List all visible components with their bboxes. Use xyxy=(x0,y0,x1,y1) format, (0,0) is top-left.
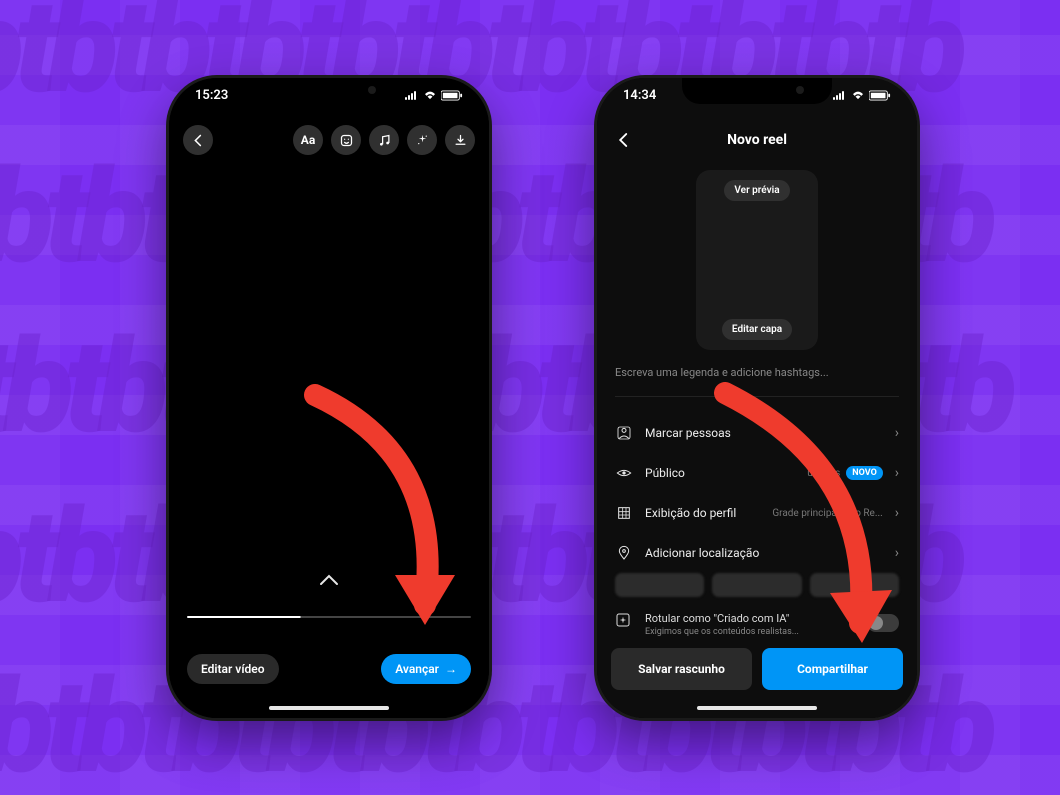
save-draft-button[interactable]: Salvar rascunho xyxy=(611,648,752,690)
status-time: 15:23 xyxy=(195,88,228,103)
wifi-icon xyxy=(423,90,437,100)
sparkle-box-icon xyxy=(615,612,633,630)
notch xyxy=(254,78,404,104)
phone-left: 15:23 Aa xyxy=(169,78,489,718)
battery-icon xyxy=(869,90,891,101)
back-button[interactable] xyxy=(609,125,639,155)
new-reel-screen: Novo reel Ver prévia Editar capa Escreva… xyxy=(597,78,917,718)
row-label: Marcar pessoas xyxy=(645,426,883,440)
signal-icon xyxy=(833,90,847,100)
caption-input[interactable]: Escreva uma legenda e adicione hashtags.… xyxy=(615,366,899,379)
ai-label-toggle[interactable] xyxy=(867,614,899,632)
header: Novo reel xyxy=(597,118,917,162)
novo-badge: NOVO xyxy=(846,466,883,480)
tag-people-icon xyxy=(615,424,633,442)
location-icon xyxy=(615,544,633,562)
phone-right: 14:34 Novo reel Ver prévia Editar capa xyxy=(597,78,917,718)
chevron-right-icon: › xyxy=(895,465,899,481)
share-label: Compartilhar xyxy=(797,662,868,676)
edit-video-button[interactable]: Editar vídeo xyxy=(187,654,279,684)
home-indicator[interactable] xyxy=(269,706,389,710)
add-location-row[interactable]: Adicionar localização › xyxy=(597,533,917,573)
next-button[interactable]: Avançar xyxy=(381,654,471,684)
audience-row[interactable]: Público uidores NOVO › xyxy=(597,453,917,493)
chevron-up-icon[interactable] xyxy=(319,571,339,590)
row-trail: Grade principal e do Re... xyxy=(772,508,882,519)
grid-icon xyxy=(615,504,633,522)
status-right xyxy=(833,90,891,101)
text-aa-icon[interactable]: Aa xyxy=(293,125,323,155)
footer: Salvar rascunho Compartilhar xyxy=(597,648,917,690)
next-label: Avançar xyxy=(395,662,439,676)
notch xyxy=(682,78,832,104)
home-indicator[interactable] xyxy=(697,706,817,710)
reel-preview[interactable]: Ver prévia Editar capa xyxy=(696,170,818,350)
chevron-right-icon: › xyxy=(895,545,899,561)
edit-video-label: Editar vídeo xyxy=(201,662,265,676)
eye-icon xyxy=(615,464,633,482)
effects-icon[interactable] xyxy=(407,125,437,155)
divider xyxy=(615,396,899,397)
chevron-right-icon: › xyxy=(895,425,899,441)
chevron-right-icon: › xyxy=(895,505,899,521)
editor-toolbar: Aa xyxy=(169,118,489,162)
editor-screen: Aa Editar víd xyxy=(169,78,489,718)
editor-footer: Editar vídeo Avançar xyxy=(169,648,489,690)
location-chip[interactable] xyxy=(810,573,899,597)
ai-row-title: Rotular como "Criado com IA" xyxy=(645,612,855,625)
profile-display-row[interactable]: Exibição do perfil Grade principal e do … xyxy=(597,493,917,533)
tag-people-row[interactable]: Marcar pessoas › xyxy=(597,413,917,453)
battery-icon xyxy=(441,90,463,101)
row-label: Exibição do perfil xyxy=(645,506,760,520)
sticker-icon[interactable] xyxy=(331,125,361,155)
row-label: Público xyxy=(645,466,795,480)
download-icon[interactable] xyxy=(445,125,475,155)
ai-row-subtitle: Exigimos que os conteúdos realistas... xyxy=(645,627,855,637)
row-label: Adicionar localização xyxy=(645,546,883,560)
location-chip[interactable] xyxy=(712,573,801,597)
music-icon[interactable] xyxy=(369,125,399,155)
share-button[interactable]: Compartilhar xyxy=(762,648,903,690)
save-draft-label: Salvar rascunho xyxy=(638,662,725,676)
timeline-slider[interactable] xyxy=(187,616,471,618)
aa-label: Aa xyxy=(301,133,315,147)
location-suggestions xyxy=(615,573,899,597)
ai-label-row[interactable]: Rotular como "Criado com IA" Exigimos qu… xyxy=(597,608,917,637)
edit-cover-button[interactable]: Editar capa xyxy=(722,319,792,340)
location-chip[interactable] xyxy=(615,573,704,597)
status-right xyxy=(405,90,463,101)
status-time: 14:34 xyxy=(623,88,656,103)
see-preview-button[interactable]: Ver prévia xyxy=(724,180,789,201)
row-trail: uidores NOVO xyxy=(807,466,883,480)
back-button[interactable] xyxy=(183,125,213,155)
header-title: Novo reel xyxy=(727,132,787,148)
video-preview-area[interactable] xyxy=(169,162,489,598)
wifi-icon xyxy=(851,90,865,100)
options-list: Marcar pessoas › Público uidores NOVO › … xyxy=(597,413,917,573)
signal-icon xyxy=(405,90,419,100)
